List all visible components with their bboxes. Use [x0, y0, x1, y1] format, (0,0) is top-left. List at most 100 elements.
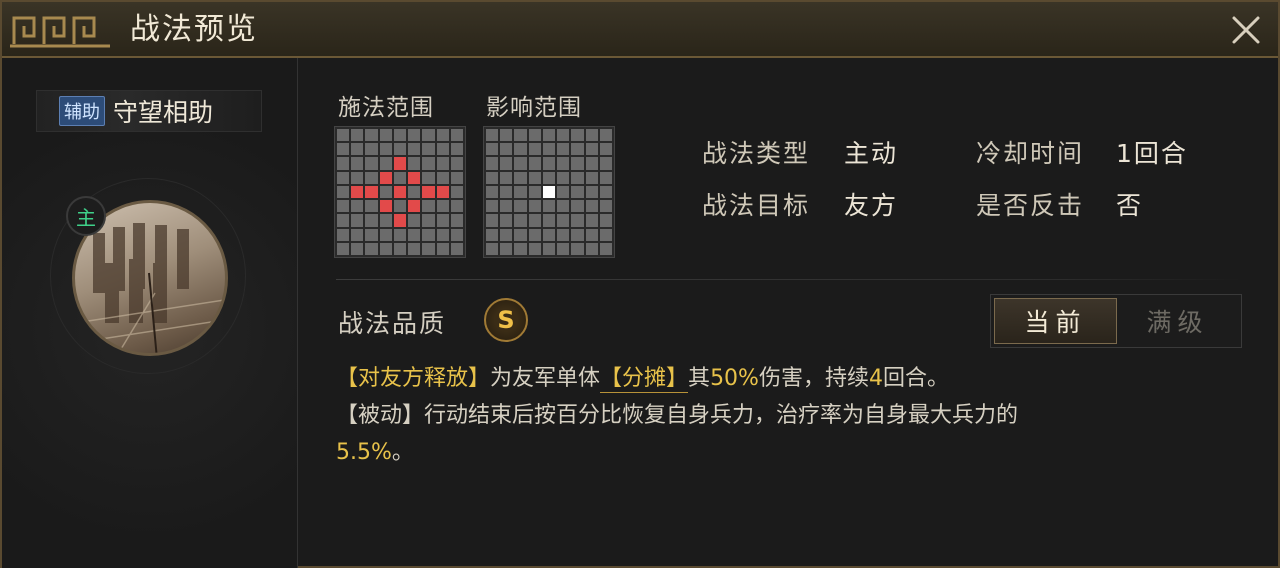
- grid-cell: [408, 214, 421, 227]
- effect-range-label: 影响范围: [486, 95, 582, 121]
- grid-cell: [422, 214, 435, 227]
- grid-cell: [393, 228, 407, 241]
- grid-cell: [486, 214, 499, 227]
- toggle-current-button[interactable]: 当前: [994, 298, 1117, 344]
- skill-description: 【对友方释放】为友军单体【分摊】其50%伤害，持续4回合。 【被动】行动结束后按…: [336, 360, 1236, 471]
- grid-cell: [557, 143, 570, 156]
- desc-text: 其: [688, 366, 711, 391]
- grid-cell: [436, 242, 449, 255]
- grid-cell: [486, 200, 499, 213]
- close-button[interactable]: [1228, 12, 1264, 48]
- grid-cell: [500, 242, 513, 255]
- grid-cell: [450, 228, 463, 241]
- grid-cell: [379, 214, 392, 227]
- grid-cell: [422, 185, 435, 199]
- grid-cell: [450, 171, 463, 184]
- grid-cell: [408, 129, 421, 142]
- grid-cell: [393, 171, 407, 184]
- grid-cell: [337, 228, 350, 241]
- grid-cell: [599, 200, 612, 213]
- grid-cell: [393, 129, 407, 142]
- grid-cell: [500, 143, 513, 156]
- grid-cell: [500, 157, 513, 170]
- grid-cell: [500, 200, 513, 213]
- grid-cell: [379, 157, 392, 170]
- grid-cell: [528, 228, 541, 241]
- grid-cell: [379, 228, 392, 241]
- grid-cell: [542, 143, 556, 156]
- grid-cell: [571, 171, 584, 184]
- grid-cell: [571, 185, 584, 199]
- grid-cell: [450, 129, 463, 142]
- grid-cell: [422, 171, 435, 184]
- skill-name: 守望相助: [113, 98, 214, 127]
- grid-cell: [557, 171, 570, 184]
- grid-cell: [585, 157, 598, 170]
- grid-cell: [351, 157, 364, 170]
- grid-cell: [542, 242, 556, 255]
- grid-cell: [436, 129, 449, 142]
- grid-cell: [436, 143, 449, 156]
- desc-text: 。: [391, 440, 414, 465]
- grid-cell: [450, 242, 463, 255]
- level-toggle: 当前 满级: [990, 294, 1242, 348]
- grid-cell: [379, 171, 392, 184]
- grid-cell: [542, 228, 556, 241]
- grid-cell: [542, 214, 556, 227]
- grid-cell: [393, 214, 407, 227]
- grid-cell: [379, 242, 392, 255]
- grid-cell: [337, 185, 350, 199]
- grid-cell: [571, 157, 584, 170]
- skill-type-value: 主动: [844, 139, 899, 168]
- skill-preview-window: 战法预览 辅助 守望相助 主 施法范围 影响范围 战法类型 主动 冷却时间 1回…: [0, 0, 1280, 568]
- desc-text: 为友军单体: [490, 366, 601, 391]
- grid-cell: [500, 228, 513, 241]
- cast-range-label: 施法范围: [338, 95, 434, 121]
- grid-cell: [436, 200, 449, 213]
- grid-cell: [365, 242, 378, 255]
- grid-cell: [542, 129, 556, 142]
- title-bar: 战法预览: [2, 2, 1278, 58]
- grid-cell: [436, 214, 449, 227]
- grid-cell: [571, 200, 584, 213]
- grid-cell: [599, 228, 612, 241]
- grid-cell: [351, 242, 364, 255]
- grid-cell: [542, 185, 556, 199]
- grid-cell: [500, 171, 513, 184]
- grid-cell: [599, 157, 612, 170]
- grid-cell: [585, 129, 598, 142]
- grid-cell: [500, 129, 513, 142]
- desc-turns: 4: [868, 366, 883, 391]
- grid-cell: [450, 143, 463, 156]
- grid-cell: [379, 200, 392, 213]
- grid-cell: [486, 171, 499, 184]
- grid-cell: [585, 242, 598, 255]
- grid-cell: [393, 185, 407, 199]
- grid-cell: [365, 157, 378, 170]
- grid-cell: [557, 157, 570, 170]
- grid-cell: [393, 200, 407, 213]
- toggle-max-level-button[interactable]: 满级: [1117, 298, 1238, 344]
- window-title: 战法预览: [130, 12, 258, 47]
- grid-cell: [528, 157, 541, 170]
- grid-cell: [337, 214, 350, 227]
- grid-cell: [585, 171, 598, 184]
- counterattack-label: 是否反击: [976, 191, 1085, 220]
- grid-cell: [337, 143, 350, 156]
- skill-name-box: 辅助 守望相助: [36, 90, 262, 132]
- grid-cell: [528, 143, 541, 156]
- grid-cell: [351, 228, 364, 241]
- grid-cell: [514, 185, 527, 199]
- grid-cell: [365, 185, 378, 199]
- grid-cell: [514, 157, 527, 170]
- grid-cell: [379, 143, 392, 156]
- description-line-1: 【对友方释放】为友军单体【分摊】其50%伤害，持续4回合。: [336, 360, 1236, 397]
- grid-cell: [486, 185, 499, 199]
- grid-cell: [557, 185, 570, 199]
- desc-tag-share[interactable]: 【分摊】: [600, 366, 689, 393]
- cooldown-value: 1回合: [1116, 139, 1188, 168]
- grid-cell: [557, 200, 570, 213]
- grid-cell: [528, 185, 541, 199]
- grid-cell: [571, 228, 584, 241]
- grid-cell: [571, 242, 584, 255]
